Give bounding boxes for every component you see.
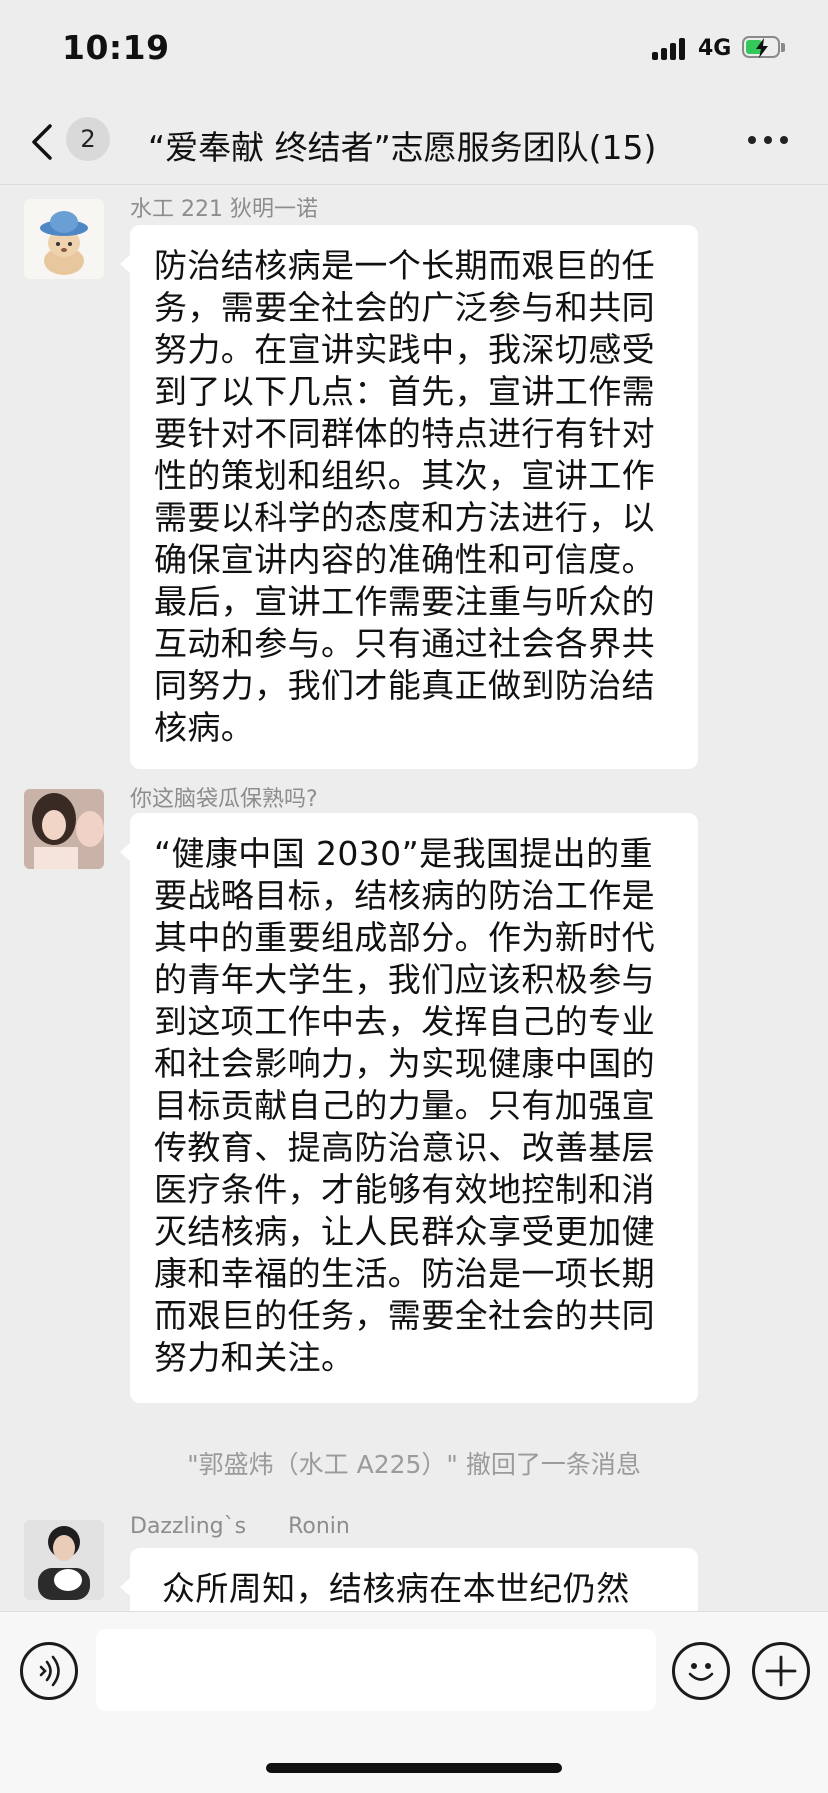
avatar[interactable]: [24, 789, 104, 869]
sender-name: Dazzling`s Ronin: [130, 1514, 350, 1539]
back-icon[interactable]: [28, 122, 58, 162]
message-bubble[interactable]: 众所周知，结核病在本世纪仍然: [120, 1548, 698, 1611]
avatar[interactable]: [24, 199, 104, 279]
sender-name: 你这脑袋瓜保熟吗?: [130, 787, 318, 812]
more-icon[interactable]: [748, 130, 790, 148]
message-input[interactable]: [96, 1629, 656, 1711]
voice-icon[interactable]: [20, 1642, 78, 1700]
plus-icon[interactable]: [752, 1642, 810, 1700]
status-time: 10:19: [62, 28, 170, 67]
status-bar: 10:19 4G: [0, 0, 828, 100]
signal-icon: [652, 38, 692, 60]
chat-title: “爱奉献 终结者”志愿服务团队(15): [148, 128, 657, 167]
chat-area[interactable]: 水工 221 狄明一诺 防治结核病是一个长期而艰巨的任务，需要全社会的广泛参与和…: [0, 185, 828, 1611]
emoji-icon[interactable]: [672, 1642, 730, 1700]
unread-count-badge[interactable]: 2: [66, 117, 110, 161]
message-bubble[interactable]: 防治结核病是一个长期而艰巨的任务，需要全社会的广泛参与和共同努力。在宣讲实践中，…: [120, 225, 698, 769]
battery-icon: [742, 36, 786, 60]
recall-notice: "郭盛炜（水工 A225）" 撤回了一条消息: [187, 1450, 641, 1479]
sender-name: 水工 221 狄明一诺: [130, 197, 318, 222]
network-type: 4G: [698, 36, 732, 61]
avatar[interactable]: [24, 1520, 104, 1600]
home-indicator: [266, 1763, 562, 1773]
message-bubble[interactable]: “健康中国 2030”是我国提出的重要战略目标，结核病的防治工作是其中的重要组成…: [120, 813, 698, 1403]
